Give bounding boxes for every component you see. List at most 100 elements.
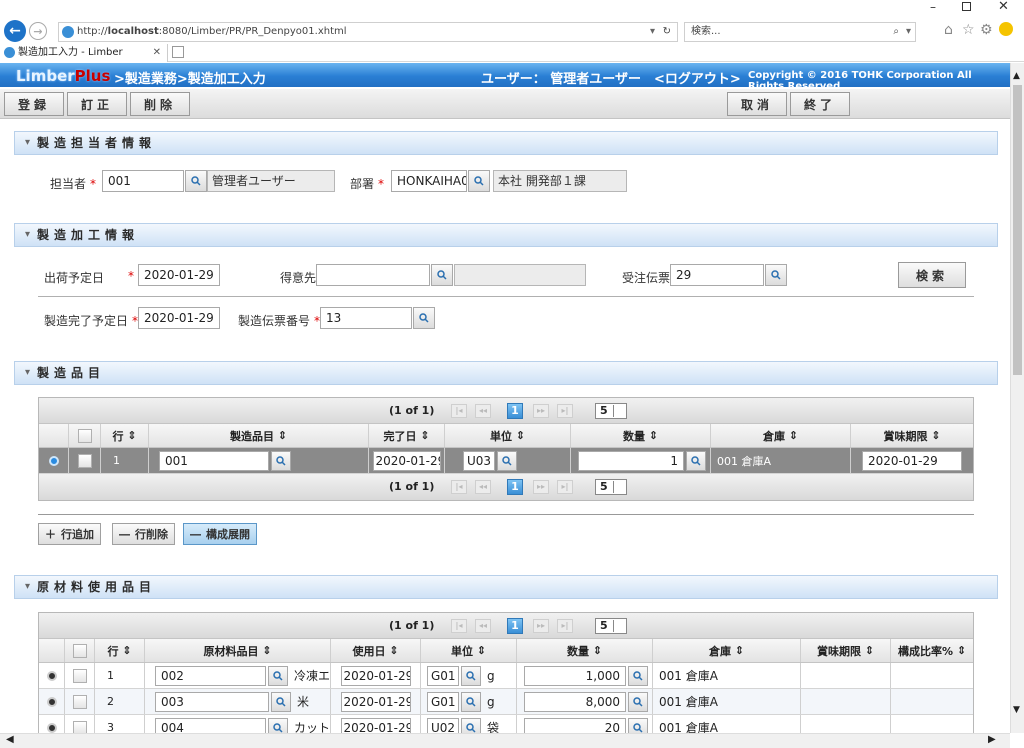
- qty-search-button[interactable]: [686, 450, 706, 471]
- order-no-input[interactable]: 29: [670, 264, 764, 286]
- table-row[interactable]: 1 001 2020-01-29 U03 1 001 倉庫A 2020-01-2…: [39, 448, 973, 474]
- table-row[interactable]: 2 003 米 2020-01-29 G01 g 8,000 001 倉庫A: [39, 689, 973, 715]
- first-page-icon[interactable]: |◂: [451, 619, 467, 633]
- row-expand-icon[interactable]: [46, 722, 57, 733]
- first-page-icon[interactable]: |◂: [451, 404, 467, 418]
- horizontal-scrollbar[interactable]: ◀ ▶: [0, 733, 1010, 748]
- first-page-icon[interactable]: |◂: [451, 480, 467, 494]
- dept-code-input[interactable]: HONKAIHA01: [391, 170, 467, 192]
- address-dropdown-icon[interactable]: ▾: [650, 23, 655, 41]
- product-search-button[interactable]: [271, 450, 291, 471]
- page-size-select[interactable]: 5: [595, 479, 627, 495]
- product-section-header[interactable]: 製造品目: [14, 361, 998, 385]
- logout-link[interactable]: <ログアウト>: [654, 68, 741, 87]
- col-ratio[interactable]: 構成比率% ⇕: [891, 639, 973, 662]
- material-search-button[interactable]: [271, 691, 291, 712]
- scroll-up-icon[interactable]: ▲: [1013, 71, 1020, 81]
- expand-composition-button[interactable]: ― 構成展開: [183, 523, 257, 545]
- forward-icon[interactable]: →: [29, 22, 47, 40]
- next-page-icon[interactable]: ▸▸: [533, 404, 549, 418]
- page-size-select[interactable]: 5: [595, 618, 627, 634]
- col-use-date[interactable]: 使用日 ⇕: [331, 639, 421, 662]
- order-search-button[interactable]: [765, 264, 787, 286]
- settings-gear-icon[interactable]: ⚙: [980, 22, 993, 38]
- order-lookup-button[interactable]: 検索: [898, 262, 966, 288]
- select-all-checkbox[interactable]: [77, 428, 92, 443]
- row-checkbox[interactable]: [72, 668, 87, 683]
- row-expander[interactable]: [39, 689, 65, 714]
- row-expand-icon[interactable]: [46, 696, 57, 707]
- col-warehouse[interactable]: 倉庫 ⇕: [711, 424, 851, 447]
- correct-button[interactable]: 訂正: [67, 92, 127, 116]
- material-code-input[interactable]: 002: [155, 665, 267, 686]
- tab-close-icon[interactable]: ✕: [153, 44, 161, 62]
- search-dropdown-icon[interactable]: ▾: [906, 23, 911, 41]
- table-row[interactable]: 1 002 冷凍エ 2020-01-29 G01 g 1,000 001 倉庫A: [39, 663, 973, 689]
- col-unit[interactable]: 単位 ⇕: [445, 424, 571, 447]
- current-page-button[interactable]: 1: [507, 618, 523, 634]
- select-all-col[interactable]: [65, 639, 95, 662]
- maximize-icon[interactable]: [962, 2, 971, 11]
- minimize-icon[interactable]: –: [930, 0, 936, 14]
- row-checkbox[interactable]: [72, 694, 87, 709]
- slip-no-input[interactable]: 13: [320, 307, 412, 329]
- col-line[interactable]: 行 ⇕: [101, 424, 149, 447]
- dept-search-button[interactable]: [468, 170, 490, 192]
- col-product[interactable]: 製造品目 ⇕: [149, 424, 369, 447]
- current-page-button[interactable]: 1: [507, 403, 523, 419]
- scroll-right-icon[interactable]: ▶: [988, 734, 996, 745]
- unit-code-input[interactable]: G01: [427, 665, 459, 686]
- next-page-icon[interactable]: ▸▸: [533, 619, 549, 633]
- new-tab-icon[interactable]: [172, 46, 184, 58]
- qty-search-button[interactable]: [628, 665, 648, 686]
- customer-search-button[interactable]: [431, 264, 453, 286]
- last-page-icon[interactable]: ▸|: [557, 619, 573, 633]
- ship-date-input[interactable]: 2020-01-29: [138, 264, 220, 286]
- unit-search-button[interactable]: [461, 665, 481, 686]
- person-code-input[interactable]: 001: [102, 170, 184, 192]
- close-window-icon[interactable]: ✕: [998, 0, 1009, 14]
- prev-page-icon[interactable]: ◂◂: [475, 480, 491, 494]
- qty-search-button[interactable]: [628, 691, 648, 712]
- search-icon[interactable]: ⌕: [893, 23, 899, 41]
- home-icon[interactable]: ⌂: [944, 22, 953, 38]
- row-checkbox[interactable]: [77, 453, 92, 468]
- vertical-scrollbar[interactable]: ▲ ▼: [1010, 63, 1024, 733]
- back-icon[interactable]: ←: [4, 20, 26, 42]
- row-select[interactable]: [65, 663, 95, 688]
- next-page-icon[interactable]: ▸▸: [533, 480, 549, 494]
- qty-input[interactable]: 8,000: [524, 691, 626, 712]
- person-search-button[interactable]: [185, 170, 207, 192]
- smiley-feedback-icon[interactable]: [999, 22, 1013, 36]
- last-page-icon[interactable]: ▸|: [557, 404, 573, 418]
- col-expiry[interactable]: 賞味期限 ⇕: [851, 424, 973, 447]
- process-section-header[interactable]: 製造加工情報: [14, 223, 998, 247]
- qty-input[interactable]: 1,000: [524, 665, 626, 686]
- browser-search-input[interactable]: 検索... ⌕ ▾: [684, 22, 916, 42]
- scroll-thumb[interactable]: [1013, 85, 1022, 375]
- use-date-input[interactable]: 2020-01-29: [340, 691, 411, 712]
- product-code-input[interactable]: 001: [159, 450, 269, 471]
- row-select[interactable]: [65, 689, 95, 714]
- use-date-input[interactable]: 2020-01-29: [340, 665, 411, 686]
- slip-search-button[interactable]: [413, 307, 435, 329]
- row-expand-icon[interactable]: [48, 455, 59, 466]
- delete-row-button[interactable]: ― 行削除: [112, 523, 175, 545]
- select-all-col[interactable]: [69, 424, 101, 447]
- unit-code-input[interactable]: U03: [463, 450, 495, 471]
- finish-button[interactable]: 終了: [790, 92, 850, 116]
- staff-section-header[interactable]: 製造担当者情報: [14, 131, 998, 155]
- col-unit[interactable]: 単位 ⇕: [421, 639, 517, 662]
- complete-date-input[interactable]: 2020-01-29: [138, 307, 220, 329]
- prev-page-icon[interactable]: ◂◂: [475, 619, 491, 633]
- col-line[interactable]: 行 ⇕: [95, 639, 145, 662]
- refresh-icon[interactable]: ↻: [663, 23, 671, 41]
- qty-input[interactable]: 1: [578, 450, 684, 471]
- col-material[interactable]: 原材料品目 ⇕: [145, 639, 331, 662]
- row-select[interactable]: [69, 448, 101, 473]
- col-expiry[interactable]: 賞味期限 ⇕: [801, 639, 891, 662]
- material-search-button[interactable]: [268, 665, 288, 686]
- complete-date-cell-input[interactable]: 2020-01-29: [372, 450, 441, 471]
- last-page-icon[interactable]: ▸|: [557, 480, 573, 494]
- favorites-star-icon[interactable]: ☆: [962, 22, 975, 38]
